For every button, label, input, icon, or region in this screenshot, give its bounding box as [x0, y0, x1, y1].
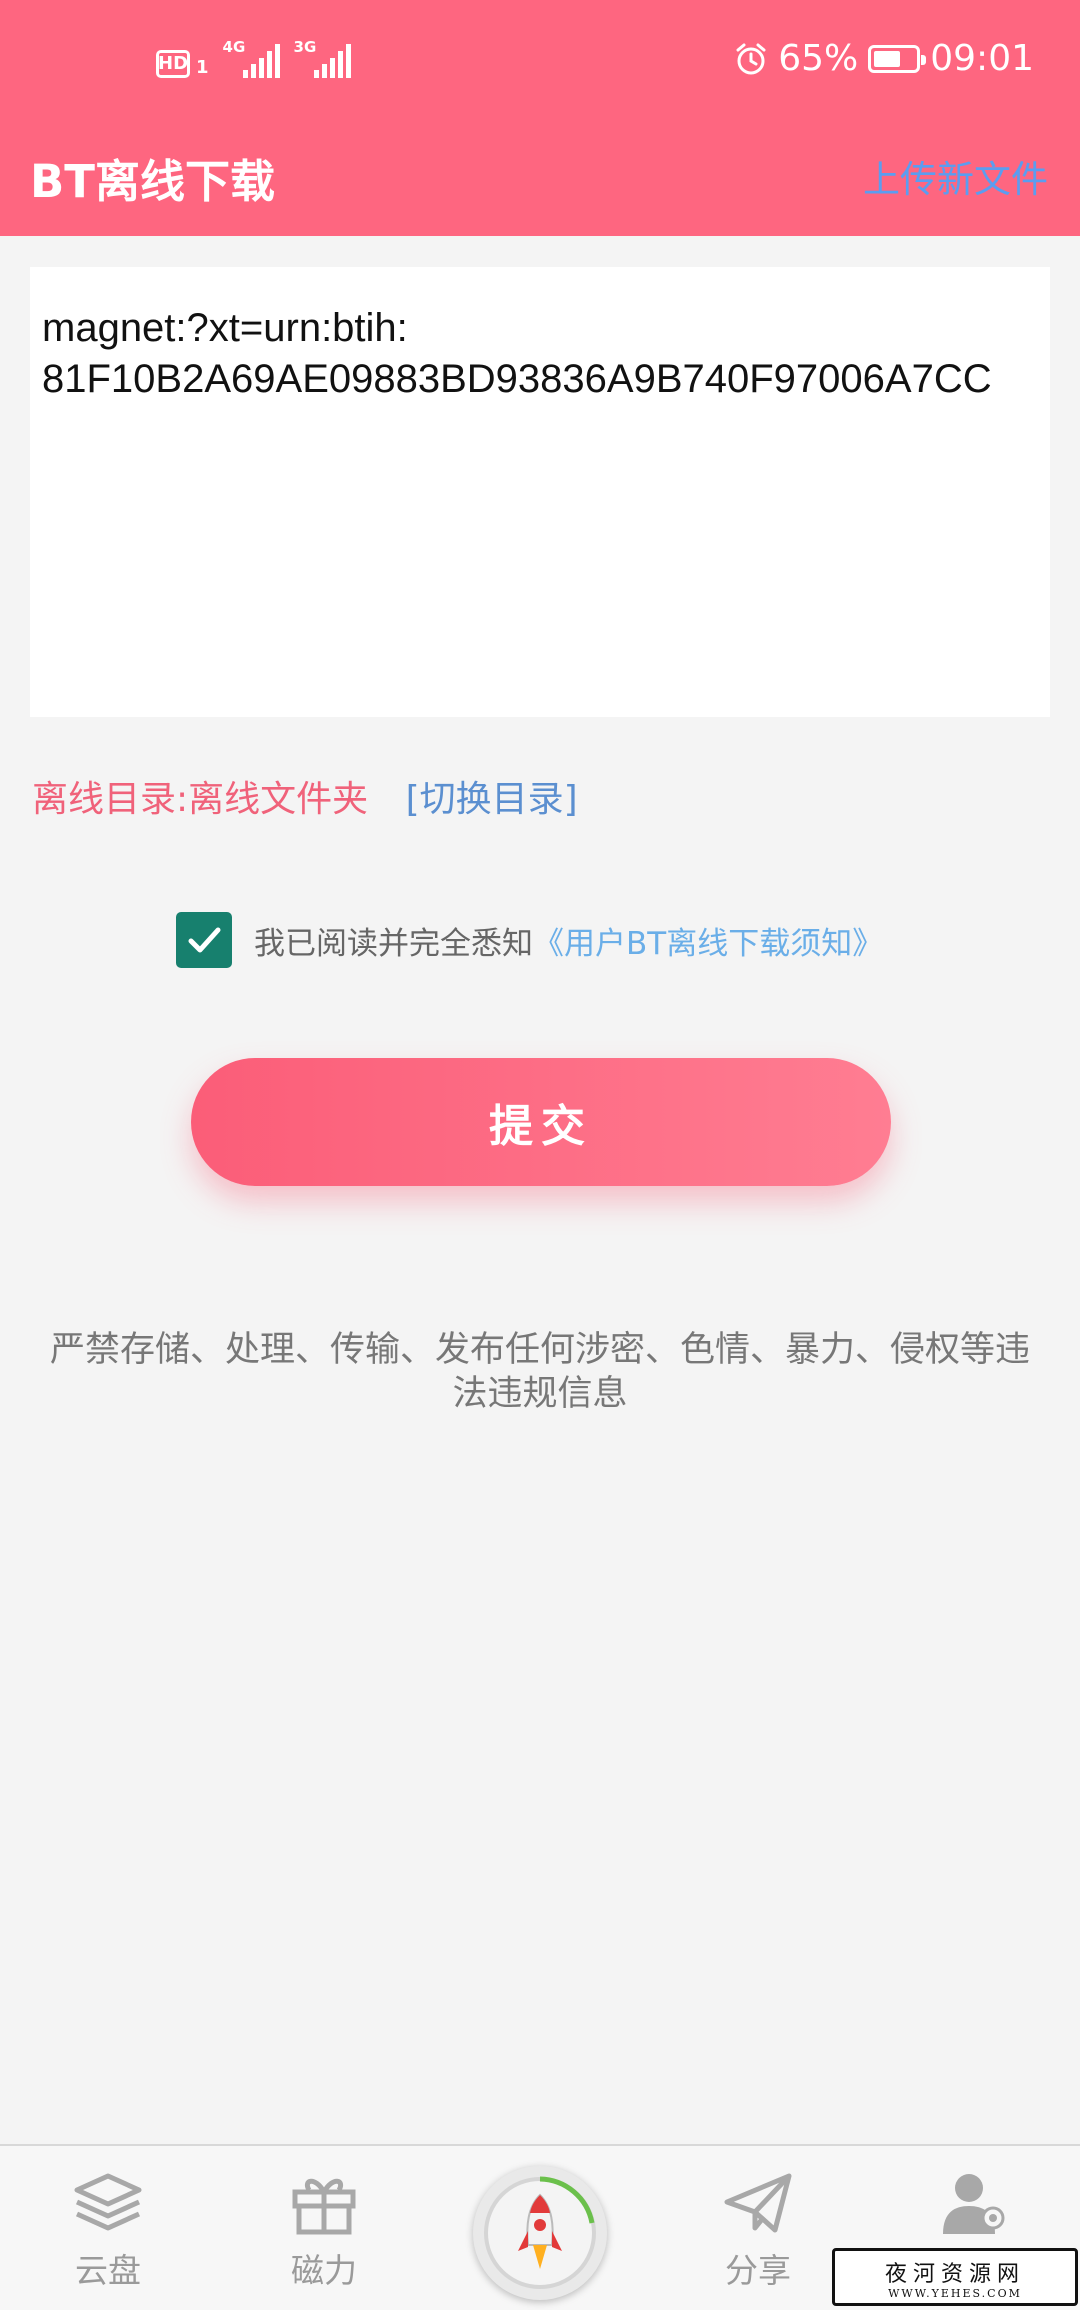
- nav-label-share: 分享: [725, 2251, 791, 2290]
- status-bar: HD 1 4G 3G 65% 09:01: [0, 0, 1080, 125]
- signal-icon: 4G: [223, 38, 280, 78]
- rocket-icon: [484, 2176, 596, 2289]
- watermark: 夜河资源网 WWW.YEHES.COM: [832, 2248, 1078, 2306]
- directory-row: 离线目录:离线文件夹 [切换目录]: [32, 770, 578, 822]
- alarm-icon: [736, 43, 766, 74]
- header: HD 1 4G 3G 65% 09:01 BT离线下载 上传新文件: [0, 0, 1080, 236]
- paper-plane-icon: [724, 2173, 792, 2233]
- gift-icon: [292, 2178, 356, 2235]
- switch-directory-link[interactable]: [切换目录]: [406, 779, 578, 820]
- nav-item-share[interactable]: 分享: [688, 2170, 828, 2292]
- clock: 09:01: [930, 38, 1034, 79]
- network-type-1: 4G: [222, 38, 246, 56]
- nav-item-cloud-disk[interactable]: 云盘: [38, 2170, 178, 2292]
- user-badge-icon: [943, 2174, 1005, 2234]
- agreement-row: 我已阅读并完全悉知 《用户BT离线下载须知》: [176, 912, 883, 968]
- app-bar: BT离线下载 上传新文件: [0, 125, 1080, 236]
- battery-fill: [874, 50, 901, 67]
- legal-notice: 严禁存储、处理、传输、发布任何涉密、色情、暴力、侵权等违法违规信息: [49, 1330, 1030, 1414]
- nav-item-offline-download[interactable]: [473, 2166, 607, 2300]
- agreement-link[interactable]: 《用户BT离线下载须知》: [533, 918, 883, 963]
- watermark-sub: WWW.YEHES.COM: [888, 2287, 1022, 2300]
- nav-label-cloud-disk: 云盘: [75, 2251, 141, 2290]
- magnet-input-value: magnet:?xt=urn:btih: 81F10B2A69AE09883BD9…: [42, 306, 992, 401]
- nav-label-magnet: 磁力: [291, 2251, 357, 2290]
- layers-icon: [74, 2173, 142, 2231]
- network-type-2: 3G: [293, 38, 317, 56]
- hd-icon: HD: [156, 50, 190, 78]
- nav-item-profile[interactable]: [904, 2170, 1044, 2236]
- upload-new-file-link[interactable]: 上传新文件: [863, 149, 1048, 203]
- watermark-main: 夜河资源网: [884, 2262, 1025, 2287]
- directory-label: 离线目录:离线文件夹: [32, 779, 369, 820]
- battery-percent: 65%: [778, 38, 859, 79]
- status-right: 65% 09:01: [734, 38, 1034, 79]
- battery-icon: [868, 44, 927, 73]
- magnet-input[interactable]: magnet:?xt=urn:btih: 81F10B2A69AE09883BD9…: [30, 267, 1050, 717]
- signal-icon-2: 3G: [294, 38, 351, 78]
- nav-item-magnet[interactable]: 磁力: [254, 2170, 394, 2292]
- page-title: BT离线下载: [30, 155, 275, 208]
- status-left: HD 1 4G 3G: [156, 38, 351, 78]
- agreement-checkbox[interactable]: [176, 912, 232, 968]
- sim-number: 1: [196, 57, 209, 78]
- page: HD 1 4G 3G 65% 09:01 BT离线下载 上传新文件 magnet…: [0, 0, 1080, 2310]
- check-icon: [188, 927, 221, 953]
- agreement-text: 我已阅读并完全悉知: [254, 925, 533, 962]
- submit-button[interactable]: 提交: [191, 1058, 891, 1186]
